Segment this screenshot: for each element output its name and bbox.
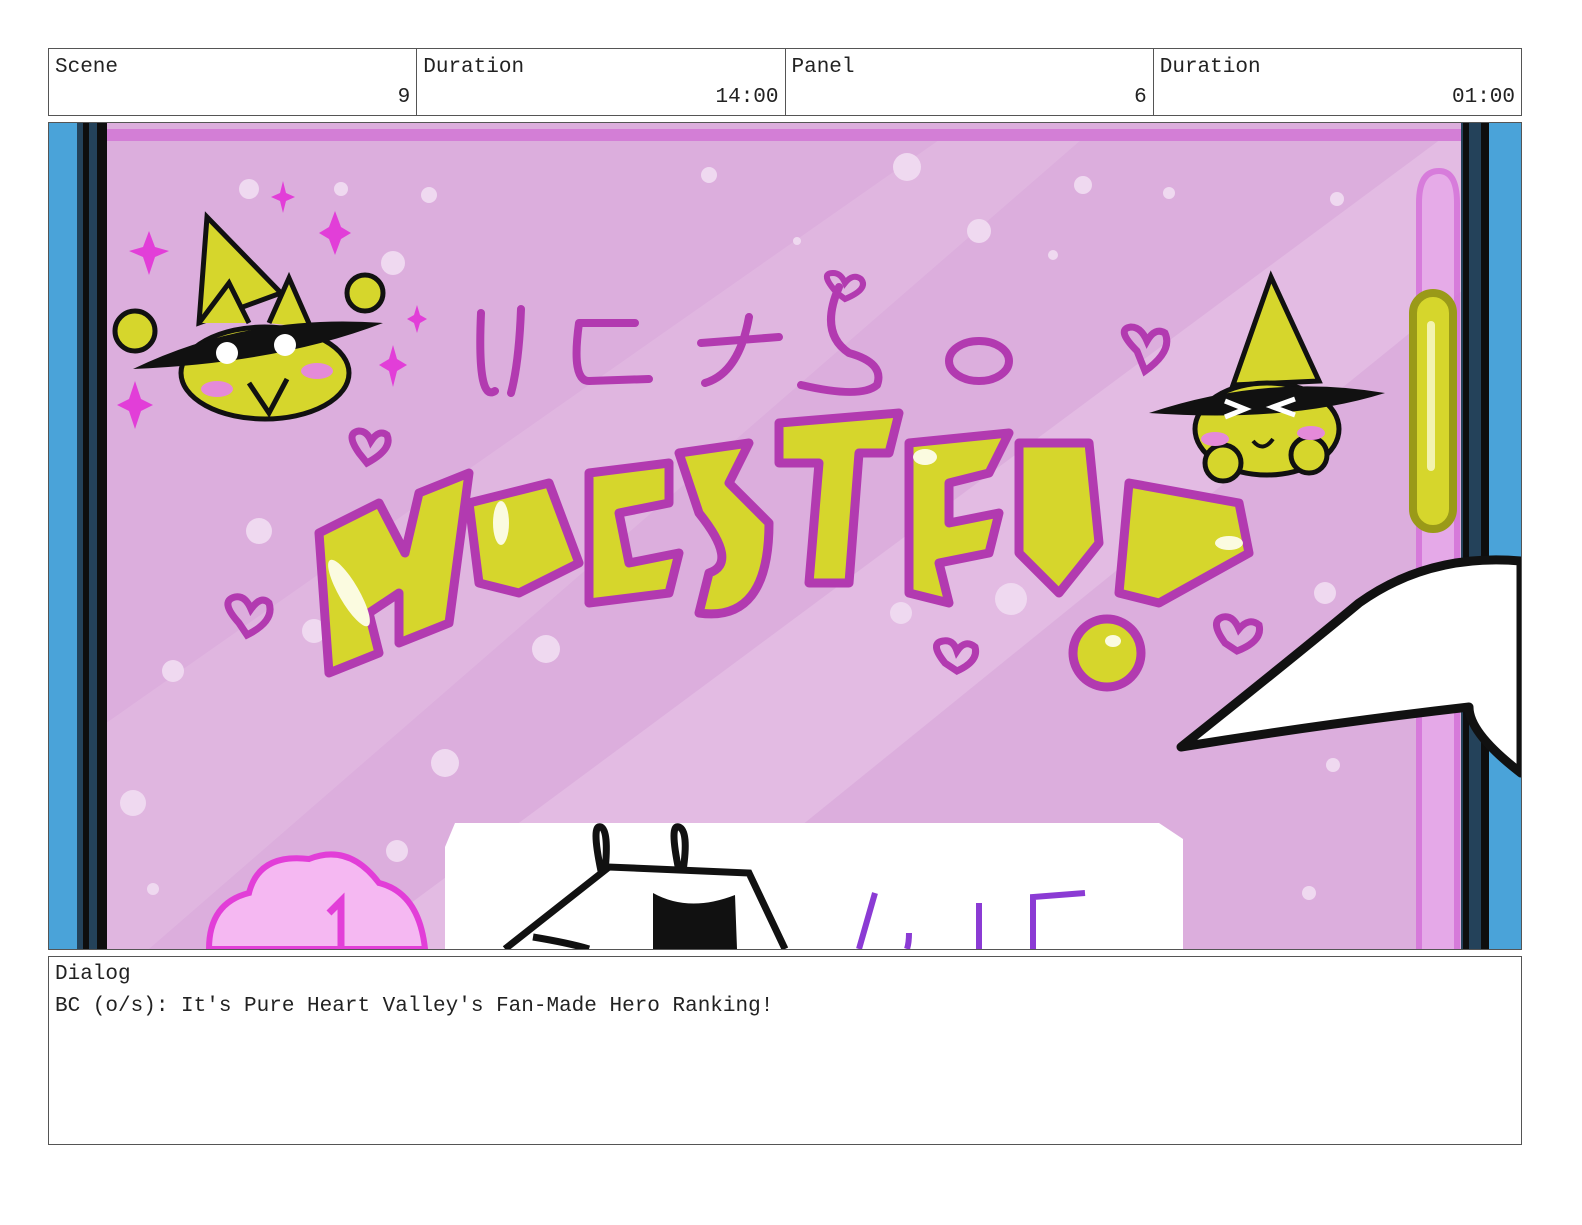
panel-duration-cell: Duration 01:00 <box>1154 49 1521 115</box>
scene-value: 9 <box>397 86 411 109</box>
scene-duration-cell: Duration 14:00 <box>417 49 786 115</box>
white-card <box>445 823 1183 949</box>
dialog-text: BC (o/s): It's Pure Heart Valley's Fan-M… <box>55 995 774 1018</box>
scene-duration-label: Duration <box>423 56 525 79</box>
top-edge <box>107 129 1467 141</box>
panel-illustration <box>49 123 1521 949</box>
panel-label: Panel <box>791 56 855 79</box>
panel-duration-value: 01:00 <box>1451 86 1515 109</box>
storyboard-panel-image <box>48 122 1522 950</box>
panel-duration-label: Duration <box>1159 56 1261 79</box>
dialog-label: Dialog <box>55 963 131 986</box>
dialog-box: Dialog BC (o/s): It's Pure Heart Valley'… <box>48 956 1522 1145</box>
scene-label: Scene <box>55 56 119 79</box>
scene-cell: Scene 9 <box>49 49 418 115</box>
scene-duration-value: 14:00 <box>715 86 779 109</box>
panel-cell: Panel 6 <box>786 49 1154 115</box>
panel-value: 6 <box>1134 86 1147 109</box>
storyboard-header: Scene 9 Duration 14:00 Panel 6 Duration … <box>48 48 1522 116</box>
right-frame-blue <box>1489 123 1521 949</box>
left-frame-blue <box>49 123 77 949</box>
